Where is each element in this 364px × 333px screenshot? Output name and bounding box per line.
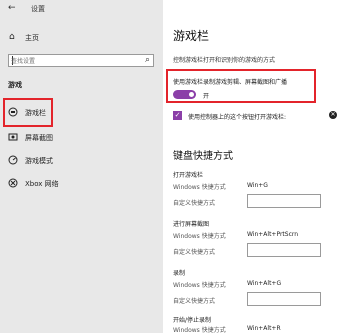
search-icon[interactable]: ⌕ [145,55,150,66]
page-description: 控制游戏栏打开和识别你的游戏的方式 [173,57,276,64]
nav-section-label: 游戏 [8,81,22,89]
shortcuts-title: 键盘快捷方式 [173,151,233,162]
windows-shortcut-label: Windows 快捷方式 [173,233,226,240]
nav-item-label: 屏幕截图 [25,134,53,142]
window-title: 设置 [31,5,45,13]
windows-shortcut-label: Windows 快捷方式 [173,327,226,333]
controller-setting-label: 使用控制器上的这个按钮打开游戏栏: [188,114,287,121]
windows-shortcut-value: Win+Alt+G [247,280,282,287]
xbox-button-icon: ✕ [329,111,337,119]
shortcut-group-title: 进行屏幕截图 [173,221,210,228]
custom-shortcut-label: 自定义快捷方式 [173,298,216,305]
custom-shortcut-input[interactable] [247,292,321,306]
nav-home-label: 主页 [25,34,39,42]
windows-shortcut-label: Windows 快捷方式 [173,184,226,191]
windows-shortcut-value: Win+Alt+PrtScrn [247,231,299,238]
xbox-icon [8,178,18,188]
custom-shortcut-label: 自定义快捷方式 [173,249,216,256]
custom-shortcut-input[interactable] [247,243,321,257]
shortcut-group-title: 开始/停止录制 [173,317,212,324]
annotation-highlight-nav [3,98,53,127]
nav-item-captures[interactable]: 屏幕截图 [0,128,163,148]
shortcut-group-title: 打开游戏栏 [173,172,204,179]
windows-shortcut-value: Win+Alt+R [247,325,281,332]
sidebar: ← 设置 ⌂ 主页 ⌕ 游戏 游戏栏 屏幕截图 游戏模式 Xbox 网络 [0,0,163,333]
controller-checkbox[interactable]: ✓ [173,111,182,120]
windows-shortcut-value: Win+G [247,182,268,189]
nav-item-game-mode[interactable]: 游戏模式 [0,151,163,171]
back-arrow-icon[interactable]: ← [8,3,16,13]
annotation-highlight-toggle [166,69,316,103]
nav-item-label: Xbox 网络 [25,180,59,188]
custom-shortcut-input[interactable] [247,194,321,208]
nav-item-label: 游戏模式 [25,157,53,165]
nav-home[interactable]: ⌂ 主页 [0,31,163,45]
nav-item-xbox-network[interactable]: Xbox 网络 [0,174,163,194]
game-mode-icon [8,155,18,165]
captures-icon [8,132,18,142]
shortcut-group-title: 录制 [173,270,186,277]
custom-shortcut-label: 自定义快捷方式 [173,200,216,207]
main-content: 游戏栏 控制游戏栏打开和识别你的游戏的方式 使用游戏栏录制游戏剪辑、屏幕截图和广… [163,0,364,333]
search-box[interactable]: ⌕ [8,54,154,67]
home-icon: ⌂ [9,32,15,42]
search-input[interactable] [11,56,131,66]
windows-shortcut-label: Windows 快捷方式 [173,282,226,289]
page-title: 游戏栏 [173,29,210,43]
title-bar: ← 设置 [0,0,163,18]
